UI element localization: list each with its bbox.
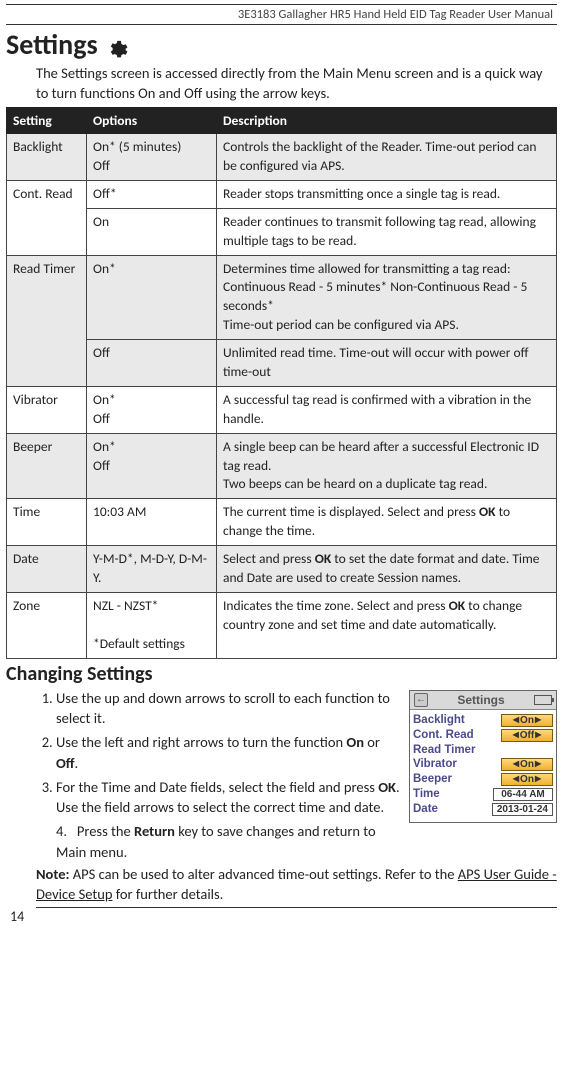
table-cell-setting: Backlight: [7, 134, 87, 181]
step-4: 4. Press the Return key to save changes …: [56, 821, 557, 862]
table-cell-desc: The current time is displayed. Select an…: [217, 499, 557, 546]
table-cell-option: On*: [87, 255, 217, 340]
device-screenshot: ← Settings Backlight ◀ On ▶ Cont. Read ◀ Of…: [409, 690, 557, 823]
screenshot-row: Vibrator ◀ On ▶: [413, 757, 553, 772]
title-text: Settings: [6, 27, 98, 62]
table-cell-desc: Reader stops transmitting once a single …: [217, 180, 557, 208]
table-cell-desc: Controls the backlight of the Reader. Ti…: [217, 134, 557, 181]
table-cell-option: NZL - NZST* *Default settings: [87, 592, 217, 658]
back-arrow-icon: ←: [414, 693, 428, 707]
settings-table: Setting Options Description BacklightOn*…: [6, 107, 557, 658]
gear-icon: [106, 34, 128, 56]
table-cell-desc: Unlimited read time. Time-out will occur…: [217, 340, 557, 387]
col-setting: Setting: [7, 108, 87, 134]
col-options: Options: [87, 108, 217, 134]
screenshot-label: Backlight: [413, 714, 465, 726]
table-cell-desc: A single beep can be heard after a succe…: [217, 433, 557, 499]
screenshot-row: Date 2013-01-24: [413, 802, 553, 817]
screenshot-toggle: ◀ Off ▶: [501, 729, 553, 742]
screenshot-label: Date: [413, 803, 438, 815]
table-cell-setting: Read Timer: [7, 255, 87, 386]
table-cell-option: On: [87, 208, 217, 255]
table-cell-option: Off*: [87, 180, 217, 208]
table-cell-setting: Cont. Read: [7, 180, 87, 255]
screenshot-row: Time 06-44 AM: [413, 787, 553, 802]
intro-paragraph: The Settings screen is accessed directly…: [36, 64, 557, 103]
screenshot-title: Settings: [457, 693, 504, 707]
screenshot-label: Vibrator: [413, 758, 457, 770]
table-cell-desc: Indicates the time zone. Select and pres…: [217, 592, 557, 658]
table-cell-desc: Select and press OK to set the date form…: [217, 546, 557, 593]
screenshot-toggle: ◀ On ▶: [501, 773, 553, 786]
screenshot-toggle: ◀ On ▶: [501, 714, 553, 727]
table-cell-option: Y-M-D*, M-D-Y, D-M-Y.: [87, 546, 217, 593]
battery-icon: [534, 695, 552, 705]
screenshot-label: Read Timer: [413, 744, 475, 756]
page-number: 14: [6, 908, 557, 929]
screenshot-field: 2013-01-24: [492, 803, 553, 816]
screenshot-row: Cont. Read ◀ Off ▶: [413, 728, 553, 743]
table-cell-option: On* Off: [87, 433, 217, 499]
doc-header: 3E3183 Gallagher HR5 Hand Held EID Tag R…: [6, 5, 557, 25]
table-cell-option: Off: [87, 340, 217, 387]
table-cell-desc: A successful tag read is confirmed with …: [217, 386, 557, 433]
screenshot-label: Cont. Read: [413, 729, 474, 741]
note: Note: APS can be used to alter advanced …: [36, 864, 557, 908]
screenshot-label: Beeper: [413, 773, 452, 785]
col-description: Description: [217, 108, 557, 134]
table-cell-setting: Vibrator: [7, 386, 87, 433]
table-cell-setting: Time: [7, 499, 87, 546]
screenshot-row: Backlight ◀ On ▶: [413, 713, 553, 728]
screenshot-row: Read Timer: [413, 743, 553, 757]
page-title: Settings: [6, 27, 557, 62]
screenshot-field: 06-44 AM: [493, 788, 553, 801]
table-cell-setting: Date: [7, 546, 87, 593]
subheading: Changing Settings: [6, 662, 557, 686]
table-cell-desc: Determines time allowed for transmitting…: [217, 255, 557, 340]
screenshot-row: Beeper ◀ On ▶: [413, 772, 553, 787]
table-cell-desc: Reader continues to transmit following t…: [217, 208, 557, 255]
table-cell-option: On* Off: [87, 386, 217, 433]
screenshot-label: Time: [413, 788, 440, 800]
table-cell-setting: Beeper: [7, 433, 87, 499]
table-cell-option: 10:03 AM: [87, 499, 217, 546]
screenshot-toggle: ◀ On ▶: [501, 758, 553, 771]
table-cell-setting: Zone: [7, 592, 87, 658]
table-cell-option: On* (5 minutes) Off: [87, 134, 217, 181]
